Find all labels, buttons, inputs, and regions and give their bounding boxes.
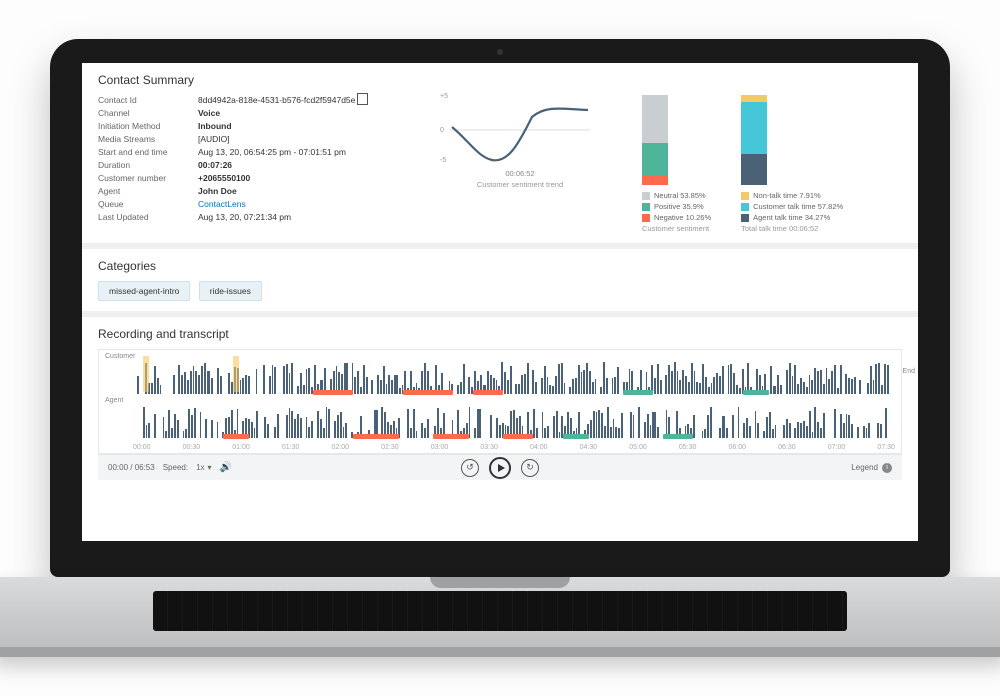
volume-icon[interactable] bbox=[220, 462, 232, 473]
track-end-label: End bbox=[903, 368, 915, 375]
kv-label-customer-number: Customer number bbox=[98, 173, 198, 183]
keyboard-deck bbox=[0, 577, 1000, 657]
legend-toggle[interactable]: Legend bbox=[851, 463, 878, 472]
speed-label: Speed: bbox=[163, 463, 188, 472]
sentiment-trend-caption: Customer sentiment trend bbox=[477, 180, 563, 189]
track-customer-label: Customer bbox=[105, 353, 135, 360]
app-screen: Contact Summary Contact Id8dd4942a-818e-… bbox=[82, 63, 918, 541]
kv-label-time: Start and end time bbox=[98, 147, 198, 157]
kv-label-initiation: Initiation Method bbox=[98, 121, 198, 131]
forward-button[interactable]: ↻ bbox=[521, 459, 539, 477]
legend-nontalk: Non-talk time 7.91% bbox=[753, 191, 821, 200]
trackpad-notch bbox=[430, 577, 570, 588]
legend-neutral: Neutral 53.85% bbox=[654, 191, 706, 200]
legend-positive: Positive 35.9% bbox=[654, 202, 704, 211]
marker-negative bbox=[473, 390, 503, 395]
info-icon[interactable]: i bbox=[882, 463, 892, 473]
category-pill[interactable]: ride-issues bbox=[199, 281, 262, 301]
play-button[interactable] bbox=[489, 457, 511, 479]
kv-value-initiation: Inbound bbox=[198, 121, 232, 131]
kv-value-duration: 00:07:26 bbox=[198, 160, 232, 170]
y-tick-mid: 0 bbox=[440, 127, 444, 134]
camera-dot bbox=[497, 49, 503, 55]
contact-summary-title: Contact Summary bbox=[98, 73, 902, 87]
kv-value-contact-id: 8dd4942a-818e-4531-b576-fcd2f5947d5e bbox=[198, 95, 355, 105]
kv-label-duration: Duration bbox=[98, 160, 198, 170]
sentiment-trend-chart: +5 0 -5 00:06:52 Customer sentiment tren… bbox=[422, 95, 618, 233]
marker-positive bbox=[743, 390, 769, 395]
track-agent: Agent bbox=[103, 398, 897, 438]
marker-category bbox=[233, 356, 239, 392]
seg-negative bbox=[642, 176, 668, 185]
sentiment-legend: Neutral 53.85% Positive 35.9% Negative 1… bbox=[642, 191, 711, 233]
kv-label-agent: Agent bbox=[98, 186, 198, 196]
category-pill[interactable]: missed-agent-intro bbox=[98, 281, 190, 301]
sentiment-legend-caption: Customer sentiment bbox=[642, 224, 711, 233]
kv-value-updated: Aug 13, 20, 07:21:34 pm bbox=[198, 212, 291, 222]
player-position: 00:00 / 06:53 bbox=[108, 463, 155, 472]
categories-panel: Categories missed-agent-intro ride-issue… bbox=[82, 243, 918, 311]
seg-neutral bbox=[642, 95, 668, 143]
sentiment-line-svg bbox=[450, 95, 590, 165]
kv-value-queue[interactable]: ContactLens bbox=[198, 199, 246, 209]
screen-bezel: Contact Summary Contact Id8dd4942a-818e-… bbox=[50, 39, 950, 577]
kv-label-channel: Channel bbox=[98, 108, 198, 118]
kv-label-updated: Last Updated bbox=[98, 212, 198, 222]
kv-label-media: Media Streams bbox=[98, 134, 198, 144]
copy-icon[interactable] bbox=[359, 95, 368, 105]
kv-label-queue: Queue bbox=[98, 199, 198, 209]
kv-value-time: Aug 13, 20, 06:54:25 pm - 07:01:51 pm bbox=[198, 147, 346, 157]
sentiment-stacked-bar bbox=[642, 95, 668, 185]
kv-value-media: [AUDIO] bbox=[198, 134, 230, 144]
kv-label-contact-id: Contact Id bbox=[98, 95, 198, 105]
breakdown-bars: Neutral 53.85% Positive 35.9% Negative 1… bbox=[642, 95, 902, 233]
player-bar: 00:00 / 06:53 Speed: 1x ↺ ↻ Legend i bbox=[98, 454, 902, 480]
marker-negative bbox=[503, 434, 533, 439]
seg-positive bbox=[642, 143, 668, 175]
marker-negative bbox=[313, 390, 353, 395]
track-customer: Customer End bbox=[103, 354, 897, 394]
seg-nontalk bbox=[741, 95, 767, 102]
legend-customer-talk: Customer talk time 57.82% bbox=[753, 202, 843, 211]
talktime-stacked-bar bbox=[741, 95, 767, 185]
kv-value-channel: Voice bbox=[198, 108, 220, 118]
seg-agent-talk bbox=[741, 154, 767, 185]
contact-summary-panel: Contact Summary Contact Id8dd4942a-818e-… bbox=[82, 63, 918, 243]
seg-customer-talk bbox=[741, 102, 767, 154]
keyboard-area bbox=[153, 591, 847, 631]
sentiment-trend-xvalue: 00:06:52 bbox=[505, 169, 534, 178]
talktime-legend: Non-talk time 7.91% Customer talk time 5… bbox=[741, 191, 843, 233]
sentiment-bar-block: Neutral 53.85% Positive 35.9% Negative 1… bbox=[642, 95, 711, 233]
talktime-bar-block: Non-talk time 7.91% Customer talk time 5… bbox=[741, 95, 843, 233]
recording-panel: Recording and transcript Customer End bbox=[82, 311, 918, 480]
marker-negative bbox=[223, 434, 249, 439]
y-tick-bot: -5 bbox=[440, 157, 446, 164]
legend-negative: Negative 10.26% bbox=[654, 213, 711, 222]
marker-category bbox=[143, 356, 149, 392]
marker-negative bbox=[353, 434, 399, 439]
summary-key-values: Contact Id8dd4942a-818e-4531-b576-fcd2f5… bbox=[98, 95, 398, 233]
kv-value-agent: John Doe bbox=[198, 186, 237, 196]
categories-title: Categories bbox=[98, 259, 902, 273]
track-agent-label: Agent bbox=[105, 397, 123, 404]
laptop-frame: Contact Summary Contact Id8dd4942a-818e-… bbox=[50, 39, 950, 657]
marker-positive bbox=[623, 390, 653, 395]
marker-negative bbox=[433, 434, 469, 439]
talktime-legend-caption: Total talk time 00:06:52 bbox=[741, 224, 843, 233]
waveform-container[interactable]: Customer End Agent bbox=[98, 349, 902, 454]
rewind-button[interactable]: ↺ bbox=[461, 459, 479, 477]
marker-positive bbox=[563, 434, 589, 439]
marker-negative bbox=[403, 390, 453, 395]
timeline-ticks: 00:0000:3001:0001:3002:0002:3003:0003:30… bbox=[133, 444, 895, 451]
speed-selector[interactable]: 1x bbox=[196, 463, 211, 472]
recording-title: Recording and transcript bbox=[98, 327, 902, 341]
marker-positive bbox=[663, 434, 693, 439]
kv-value-customer-number: +2065550100 bbox=[198, 173, 250, 183]
legend-agent-talk: Agent talk time 34.27% bbox=[753, 213, 830, 222]
y-tick-top: +5 bbox=[440, 93, 448, 100]
